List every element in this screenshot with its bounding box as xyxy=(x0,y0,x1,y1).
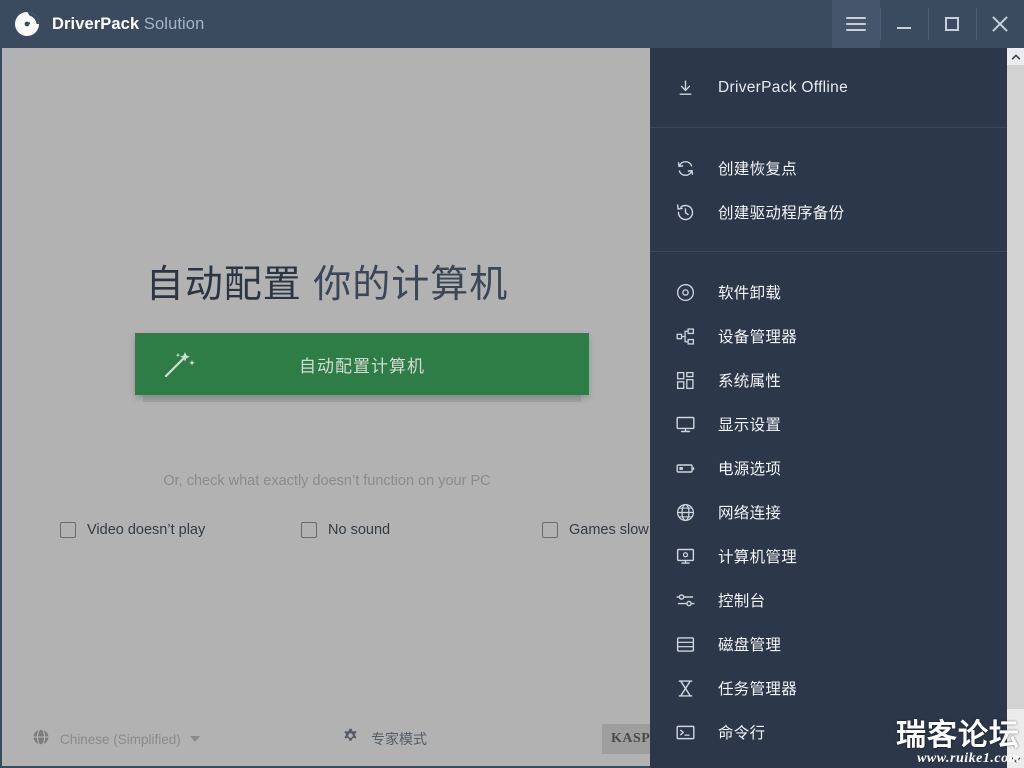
menu-item-label: 电源选项 xyxy=(718,461,782,478)
menu-item-uninstall-software[interactable]: 软件卸载 xyxy=(650,270,1007,314)
checkbox-video-doesnt-play[interactable]: Video doesn’t play xyxy=(60,522,205,538)
title-bar: DriverPack Solution xyxy=(0,0,1024,48)
expert-mode-label: 专家模式 xyxy=(371,731,427,747)
chevron-down-icon[interactable] xyxy=(189,736,200,742)
sliders-icon xyxy=(672,587,698,613)
chevron-down-icon xyxy=(1011,757,1020,762)
symptom-checkbox-row: Video doesn’t play No sound Games slow d… xyxy=(2,522,687,548)
check-hint-text: Or, check what exactly doesn’t function … xyxy=(163,473,491,489)
auto-configure-area: 自动配置计算机 xyxy=(135,333,589,402)
globe-icon xyxy=(32,727,50,751)
menu-list: DriverPack Offline 创建恢复点 创建驱动程序备份 软件卸载 设… xyxy=(650,48,1007,768)
menu-item-console[interactable]: 控制台 xyxy=(650,578,1007,622)
scrollbar-track[interactable] xyxy=(1007,709,1024,751)
checkbox-label: Video doesn’t play xyxy=(87,522,206,538)
menu-item-label: 创建恢复点 xyxy=(718,161,798,178)
scrollbar-down-button[interactable] xyxy=(1007,751,1024,768)
page-headline: 自动配置 你的计算机 xyxy=(2,253,652,308)
maximize-button[interactable] xyxy=(928,0,976,48)
menu-group-offline: DriverPack Offline xyxy=(650,48,1007,127)
download-icon xyxy=(672,75,698,101)
menu-item-label: 显示设置 xyxy=(718,417,782,434)
close-icon xyxy=(991,15,1009,33)
language-selector[interactable]: Chinese (Simplified) xyxy=(32,727,200,751)
menu-item-label: 设备管理器 xyxy=(718,329,798,346)
maximize-icon xyxy=(945,17,959,31)
menu-button[interactable] xyxy=(832,0,880,48)
auto-configure-label: 自动配置计算机 xyxy=(299,356,425,376)
expert-mode-button[interactable]: 专家模式 xyxy=(342,728,427,750)
terminal-icon xyxy=(672,719,698,745)
globe-icon xyxy=(672,499,698,525)
driverpack-logo-icon xyxy=(14,11,40,37)
menu-item-driverpack-offline[interactable]: DriverPack Offline xyxy=(650,66,1007,110)
menu-group-padding xyxy=(650,252,1007,270)
refresh-icon xyxy=(672,155,698,181)
menu-item-label: 任务管理器 xyxy=(718,681,798,698)
checkbox-box[interactable] xyxy=(301,522,317,538)
menu-group-padding xyxy=(650,110,1007,127)
menu-item-system-properties[interactable]: 系统属性 xyxy=(650,358,1007,402)
menu-item-label: 计算机管理 xyxy=(718,549,798,566)
menu-group-backup: 创建恢复点 创建驱动程序备份 xyxy=(650,128,1007,251)
chevron-up-icon xyxy=(1011,54,1020,59)
menu-item-create-restore-point[interactable]: 创建恢复点 xyxy=(650,146,1007,190)
menu-group-tools: 软件卸载 设备管理器 系统属性 显示设置 电源选项 网络连接 计算机管理 控制台… xyxy=(650,252,1007,754)
minimize-button[interactable] xyxy=(880,0,928,48)
checkbox-no-sound[interactable]: No sound xyxy=(301,522,390,538)
menu-item-label: 网络连接 xyxy=(718,505,782,522)
computer-management-icon xyxy=(672,543,698,569)
headline-part1: 自动配置 xyxy=(145,264,302,306)
menu-item-label: 创建驱动程序备份 xyxy=(718,205,845,222)
minimize-icon xyxy=(897,27,911,29)
menu-item-device-manager[interactable]: 设备管理器 xyxy=(650,314,1007,358)
app-title-light-2: Solution xyxy=(143,14,205,33)
menu-item-label: 命令行 xyxy=(718,725,766,742)
menu-item-network-connections[interactable]: 网络连接 xyxy=(650,490,1007,534)
language-label: Chinese (Simplified) xyxy=(60,731,181,747)
window-controls xyxy=(832,0,1024,48)
menu-item-label: 软件卸载 xyxy=(718,285,782,302)
scrollbar-up-button[interactable] xyxy=(1007,48,1024,65)
auto-configure-button[interactable]: 自动配置计算机 xyxy=(135,333,589,395)
close-button[interactable] xyxy=(976,0,1024,48)
menu-item-disk-management[interactable]: 磁盘管理 xyxy=(650,622,1007,666)
menu-item-create-driver-backup[interactable]: 创建驱动程序备份 xyxy=(650,190,1007,234)
headline-part2: 你的计算机 xyxy=(313,264,509,306)
menu-scrollbar[interactable] xyxy=(1007,48,1024,768)
history-icon xyxy=(672,199,698,225)
battery-icon xyxy=(672,455,698,481)
monitor-icon xyxy=(672,411,698,437)
menu-item-computer-management[interactable]: 计算机管理 xyxy=(650,534,1007,578)
app-brand: DriverPack Solution xyxy=(0,0,204,48)
menu-item-display-settings[interactable]: 显示设置 xyxy=(650,402,1007,446)
hourglass-icon xyxy=(672,675,698,701)
magic-wand-icon xyxy=(163,349,197,379)
menu-item-label: 控制台 xyxy=(718,593,766,610)
checkbox-box[interactable] xyxy=(60,522,76,538)
device-tree-icon xyxy=(672,323,698,349)
grid-blocks-icon xyxy=(672,367,698,393)
cta-shadow xyxy=(143,395,581,402)
gear-icon xyxy=(342,728,359,750)
checkbox-label: No sound xyxy=(328,522,391,538)
menu-item-label: DriverPack Offline xyxy=(718,79,849,96)
app-title-bold: DriverPack xyxy=(52,14,140,33)
menu-item-task-manager[interactable]: 任务管理器 xyxy=(650,666,1007,710)
checkbox-box[interactable] xyxy=(542,522,558,538)
disk-stack-icon xyxy=(672,631,698,657)
menu-group-padding xyxy=(650,48,1007,66)
app-title: DriverPack Solution xyxy=(52,15,204,34)
disc-icon xyxy=(672,279,698,305)
main-menu-panel: DriverPack Offline 创建恢复点 创建驱动程序备份 软件卸载 设… xyxy=(650,48,1024,768)
menu-group-padding xyxy=(650,128,1007,146)
menu-item-label: 系统属性 xyxy=(718,373,782,390)
menu-item-command-line[interactable]: 命令行 xyxy=(650,710,1007,754)
scrollbar-thumb[interactable] xyxy=(1007,65,1024,709)
menu-group-padding xyxy=(650,234,1007,251)
menu-item-label: 磁盘管理 xyxy=(718,637,782,654)
menu-item-power-options[interactable]: 电源选项 xyxy=(650,446,1007,490)
hamburger-icon xyxy=(846,17,866,31)
driverpack-window: DriverPack Solution 自动配置 你的计算机 自动配置计算机 O… xyxy=(0,0,1024,768)
